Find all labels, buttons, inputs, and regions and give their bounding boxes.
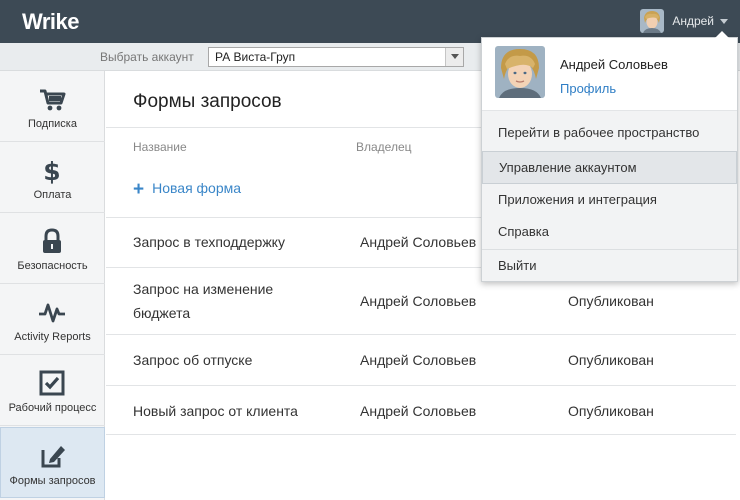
form-name: Запрос об отпуске	[133, 352, 253, 368]
form-name: Новый запрос от клиента	[133, 403, 298, 419]
sidebar-item-label: Безопасность	[17, 260, 88, 272]
menu-item-go-to-workspace[interactable]: Перейти в рабочее пространство	[482, 117, 737, 149]
dropdown-profile: Андрей Соловьев Профиль	[482, 38, 737, 111]
dropdown-logout-section: Выйти	[482, 249, 737, 281]
account-select-value: РА Виста-Груп	[215, 50, 296, 64]
chevron-down-icon	[720, 18, 728, 24]
table-row[interactable]: Новый запрос от клиента Андрей Соловьев …	[106, 385, 736, 435]
menu-item-logout[interactable]: Выйти	[482, 250, 737, 282]
sidebar-item-request-forms[interactable]: Формы запросов	[0, 427, 105, 498]
sidebar-item-label: Activity Reports	[14, 331, 91, 343]
form-owner: Андрей Соловьев	[360, 293, 477, 309]
form-owner: Андрей Соловьев	[360, 234, 477, 250]
sidebar-item-security[interactable]: Безопасность	[0, 213, 105, 284]
profile-link[interactable]: Профиль	[560, 81, 616, 96]
menu-item-help[interactable]: Справка	[482, 216, 737, 248]
checkbox-icon	[39, 370, 65, 396]
menu-item-apps-integration[interactable]: Приложения и интеграция	[482, 184, 737, 216]
menu-item-account-management[interactable]: Управление аккаунтом	[482, 151, 737, 184]
wrike-logo[interactable]: Wrike	[22, 9, 80, 35]
sidebar-item-label: Оплата	[33, 189, 72, 201]
page-title: Формы запросов	[133, 91, 282, 112]
sidebar-item-activity-reports[interactable]: Activity Reports	[0, 284, 105, 355]
plus-icon: +	[133, 179, 145, 200]
table-row[interactable]: Запрос об отпуске Андрей Соловьев Опубли…	[106, 334, 736, 385]
dollar-icon: $	[43, 157, 60, 184]
form-name-line2: бюджета	[133, 305, 191, 321]
dropdown-nav-section: Перейти в рабочее пространство Управлени…	[482, 111, 737, 249]
column-header-name[interactable]: Название	[133, 140, 187, 154]
column-header-owner[interactable]: Владелец	[356, 140, 412, 154]
form-status: Опубликован	[568, 293, 654, 309]
svg-text:$: $	[43, 157, 60, 184]
sidebar-item-payment[interactable]: $ Оплата	[0, 142, 105, 213]
user-avatar-icon	[640, 9, 665, 33]
lock-icon	[43, 228, 61, 253]
form-owner: Андрей Соловьев	[360, 403, 477, 419]
user-full-name: Андрей Соловьев	[560, 57, 668, 72]
new-form-button[interactable]: + Новая форма	[133, 179, 241, 201]
account-select-label: Выбрать аккаунт	[100, 50, 194, 64]
select-arrow-icon[interactable]	[445, 48, 463, 66]
form-name: Запрос на изменение	[133, 281, 274, 297]
sidebar-item-label: Формы запросов	[9, 475, 96, 487]
pulse-icon	[39, 303, 65, 323]
user-name: Андрей	[672, 14, 714, 28]
dropdown-pointer	[715, 31, 729, 38]
form-status: Опубликован	[568, 403, 654, 419]
user-dropdown-menu: Андрей Соловьев Профиль Перейти в рабоче…	[481, 31, 738, 282]
sidebar-item-label: Рабочий процесс	[8, 402, 97, 414]
sidebar-item-label: Подписка	[28, 118, 77, 130]
form-owner: Андрей Соловьев	[360, 352, 477, 368]
sidebar-item-workflow[interactable]: Рабочий процесс	[0, 355, 105, 426]
form-name: Запрос в техподдержку	[133, 234, 285, 250]
new-form-label: Новая форма	[152, 180, 242, 196]
cart-icon	[40, 89, 66, 111]
account-select[interactable]: РА Виста-Груп	[208, 47, 464, 67]
user-avatar-icon	[495, 46, 545, 98]
form-status: Опубликован	[568, 352, 654, 368]
edit-icon	[41, 446, 65, 468]
sidebar: Подписка $ Оплата Безопасность Activity …	[0, 71, 105, 500]
sidebar-item-subscription[interactable]: Подписка	[0, 71, 105, 142]
